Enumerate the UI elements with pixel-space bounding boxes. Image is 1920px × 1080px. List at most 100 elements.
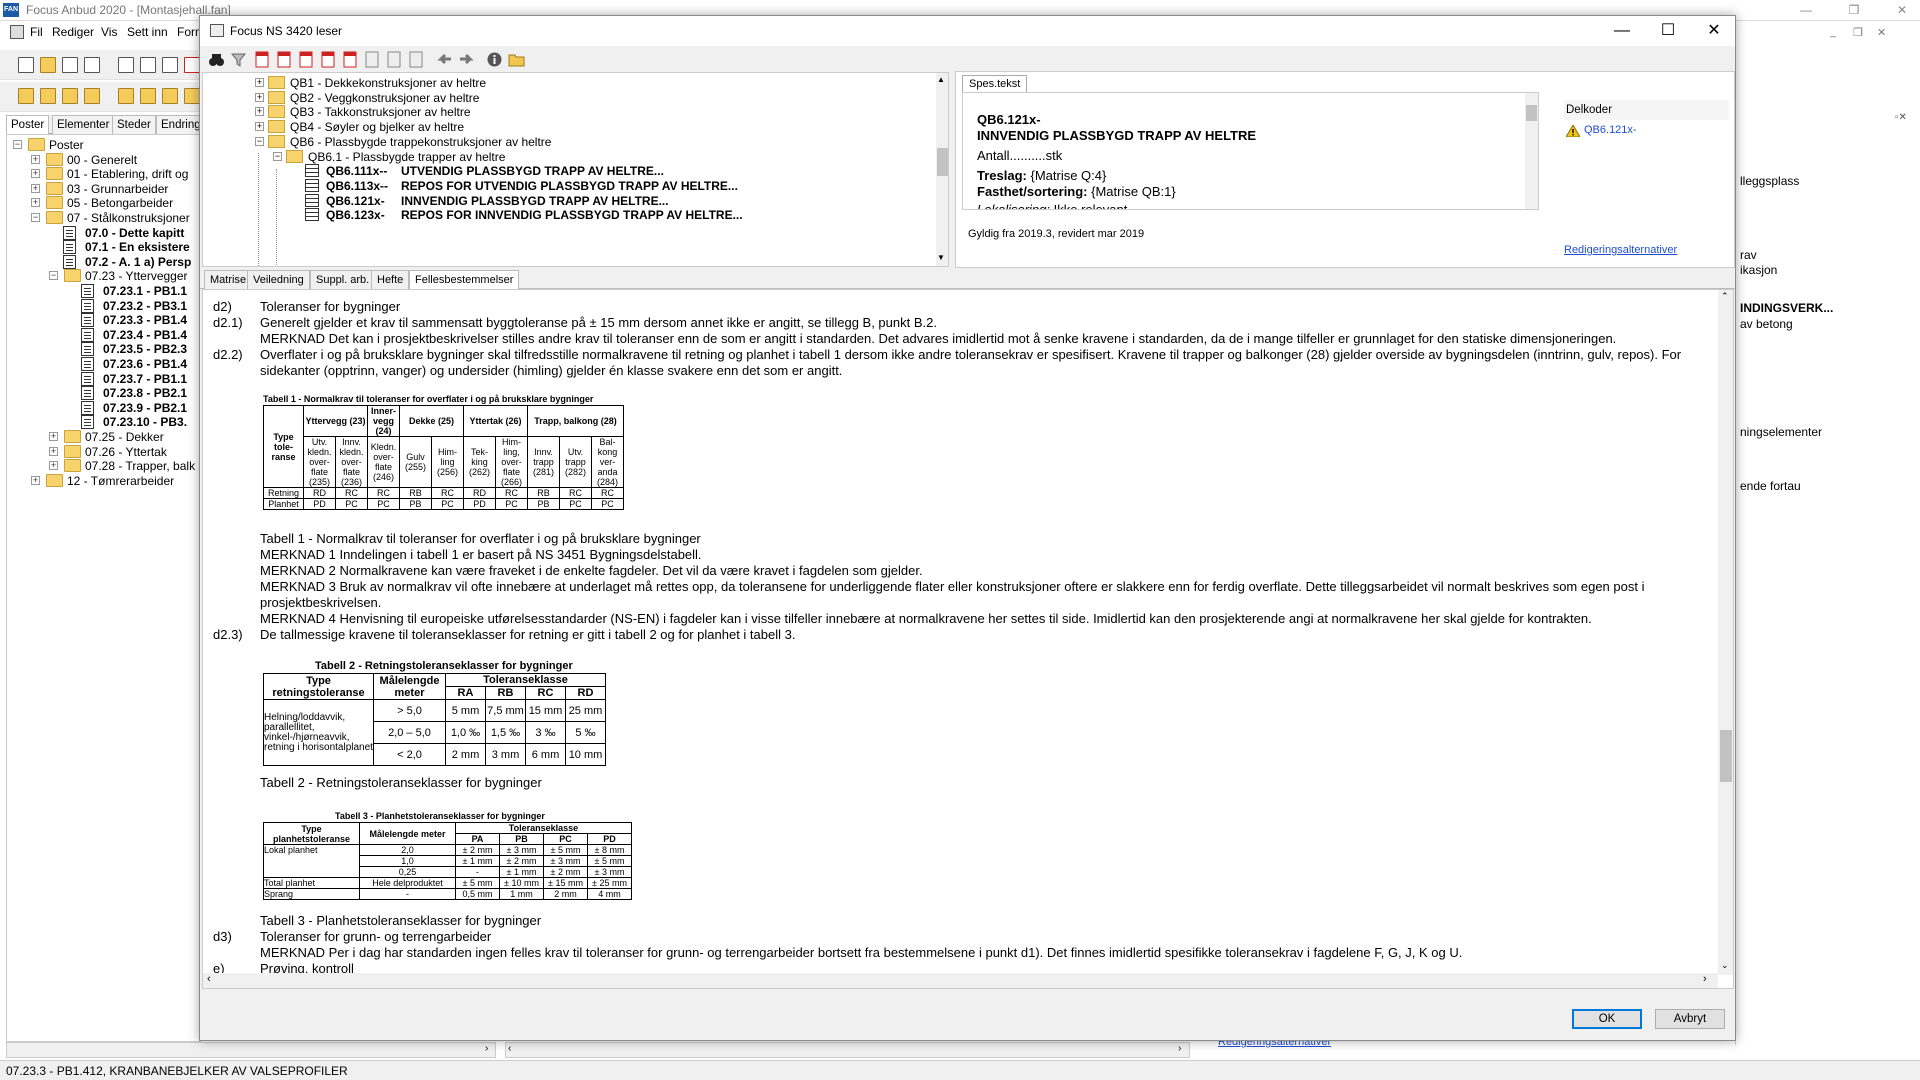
doc-1-icon[interactable]	[364, 51, 381, 68]
pdf-icon[interactable]	[184, 57, 200, 73]
save-icon[interactable]	[62, 57, 78, 73]
app-minimize-icon[interactable]: —	[1790, 0, 1822, 21]
collapse-icon[interactable]: −	[273, 151, 282, 161]
ns-tree-scroll-thumb[interactable]	[937, 148, 948, 176]
expand-icon[interactable]: +	[255, 122, 264, 132]
pdf-2-icon[interactable]	[276, 51, 293, 68]
content-hscroll[interactable]: ‹ ›	[203, 973, 1718, 988]
folder-tool-5-icon[interactable]	[118, 88, 134, 104]
spes-scroll-thumb[interactable]	[1526, 105, 1537, 121]
bottom-hscroll[interactable]: ‹ ›	[505, 1042, 1190, 1058]
doc-menu-icon[interactable]	[10, 25, 24, 39]
dialog-close-icon[interactable]: ✕	[1691, 16, 1737, 46]
back-icon[interactable]	[436, 51, 453, 68]
export-icon[interactable]	[84, 57, 100, 73]
folder-tool-7-icon[interactable]	[162, 88, 178, 104]
folder-tool-icon[interactable]	[18, 88, 34, 104]
mdi-restore-icon[interactable]: ❐	[1853, 26, 1863, 39]
content-scroll-thumb[interactable]	[1720, 730, 1732, 782]
expand-icon[interactable]: +	[31, 183, 40, 193]
tab-suppl-arb[interactable]: Suppl. arb.	[310, 270, 376, 289]
folder-tool-4-icon[interactable]	[84, 88, 100, 104]
menu-fil[interactable]: Fil	[30, 25, 43, 39]
dialog-maximize-icon[interactable]: ☐	[1645, 16, 1691, 46]
menu-rediger[interactable]: Rediger	[52, 25, 94, 39]
tab-steder[interactable]: Steder	[112, 115, 156, 134]
open-folder-icon[interactable]	[508, 51, 525, 68]
tab-fellesbestemmelser[interactable]: Fellesbestemmelser	[409, 270, 520, 289]
preview-icon[interactable]	[162, 57, 178, 73]
expand-icon[interactable]: +	[255, 107, 264, 117]
tree-hscroll[interactable]: › ‹	[6, 1042, 518, 1058]
expand-icon[interactable]: +	[49, 446, 58, 456]
tab-veiledning[interactable]: Veiledning	[247, 270, 310, 289]
open-icon[interactable]	[40, 57, 56, 73]
post-tree[interactable]: − Poster +00 - Generelt +01 - Etablering, d…	[6, 134, 202, 1042]
app-close-icon[interactable]: ✕	[1886, 0, 1918, 21]
forward-icon[interactable]	[458, 51, 475, 68]
ns-tree-scroll-down-icon[interactable]: ▼	[937, 253, 945, 262]
new-icon[interactable]	[18, 57, 34, 73]
expand-icon[interactable]: +	[255, 78, 264, 87]
filter-icon[interactable]	[230, 51, 247, 68]
app-restore-icon[interactable]: ❐	[1838, 0, 1870, 21]
book-icon[interactable]	[118, 57, 134, 73]
doc-3-icon[interactable]	[408, 51, 425, 68]
expand-icon[interactable]: +	[31, 154, 40, 164]
expand-icon[interactable]: +	[49, 461, 58, 471]
print-icon[interactable]	[140, 57, 156, 73]
tab-hefte[interactable]: Hefte	[371, 270, 410, 289]
binoculars-icon[interactable]	[208, 51, 225, 68]
folder-tool-2-icon[interactable]	[40, 88, 56, 104]
table1-cell: RC	[431, 487, 464, 499]
scroll-right-icon[interactable]: ›	[485, 1043, 488, 1054]
avbryt-button[interactable]: Avbryt	[1655, 1009, 1725, 1029]
info-icon[interactable]	[486, 51, 503, 68]
mdi-close-icon[interactable]: ✕	[1877, 26, 1886, 39]
menu-vis[interactable]: Vis	[101, 25, 117, 39]
content-scroll-up-icon[interactable]: ⌃	[1721, 291, 1729, 302]
folder-tool-6-icon[interactable]	[140, 88, 156, 104]
bottom-scroll-left-icon[interactable]: ‹	[508, 1043, 511, 1054]
spes-scrollbar[interactable]	[1525, 93, 1538, 209]
table3-cell: ± 25 mm	[587, 877, 632, 889]
expand-icon[interactable]: +	[49, 432, 58, 441]
folder-icon	[64, 459, 81, 473]
tab-elementer[interactable]: Elementer	[52, 115, 115, 134]
collapse-icon[interactable]: −	[31, 213, 40, 222]
table1-subheader: Innv. trapp (281)	[527, 436, 560, 488]
collapse-icon[interactable]: −	[255, 136, 264, 146]
ok-button[interactable]: OK	[1572, 1009, 1642, 1029]
content-vscroll[interactable]: ⌃ ⌄	[1718, 290, 1733, 975]
content-scroll-right-icon[interactable]: ›	[1703, 973, 1707, 985]
pdf-3-icon[interactable]	[298, 51, 315, 68]
delkode-link[interactable]: QB6.121x-	[1584, 124, 1637, 136]
expand-icon[interactable]: +	[31, 198, 40, 208]
doc-2-icon[interactable]	[386, 51, 403, 68]
expand-icon[interactable]: +	[31, 475, 40, 485]
pdf-1-icon[interactable]	[254, 51, 271, 68]
expand-icon[interactable]: +	[31, 169, 40, 179]
redigeringsalternativer-link[interactable]: Redigeringsalternativer	[1564, 244, 1677, 256]
tab-matrise[interactable]: Matrise	[204, 270, 253, 289]
folder-tool-3-icon[interactable]	[62, 88, 78, 104]
bottom-scroll-right-icon[interactable]: ›	[1178, 1043, 1181, 1054]
collapse-icon[interactable]: −	[49, 271, 58, 281]
dialog-minimize-icon[interactable]: —	[1599, 16, 1645, 46]
menu-sett-inn[interactable]: Sett inn	[127, 25, 168, 39]
collapse-icon[interactable]: −	[13, 140, 22, 149]
content-scroll-left-icon[interactable]: ‹	[207, 973, 211, 985]
ns-tree-scrollbar[interactable]: ▲ ▼	[936, 73, 948, 266]
ns-tree[interactable]: ▲ ▼ + QB1 - Dekkekonstruksjoner av heltre…	[202, 72, 949, 267]
content-scroll-down-icon[interactable]: ⌄	[1721, 960, 1729, 971]
mdi-minimize-icon[interactable]: _	[1830, 26, 1836, 38]
table3-cell: ± 3 mm	[499, 844, 544, 856]
ns-tree-scroll-up-icon[interactable]: ▲	[937, 75, 945, 84]
folder-tool-8-icon[interactable]	[184, 88, 200, 104]
pdf-5-icon[interactable]	[342, 51, 359, 68]
table2-length: > 5,0	[373, 699, 446, 722]
pdf-4-icon[interactable]	[320, 51, 337, 68]
tab-poster[interactable]: Poster	[6, 115, 50, 135]
expand-icon[interactable]: +	[255, 92, 264, 102]
tab-spes-tekst[interactable]: Spes.tekst	[962, 75, 1028, 92]
